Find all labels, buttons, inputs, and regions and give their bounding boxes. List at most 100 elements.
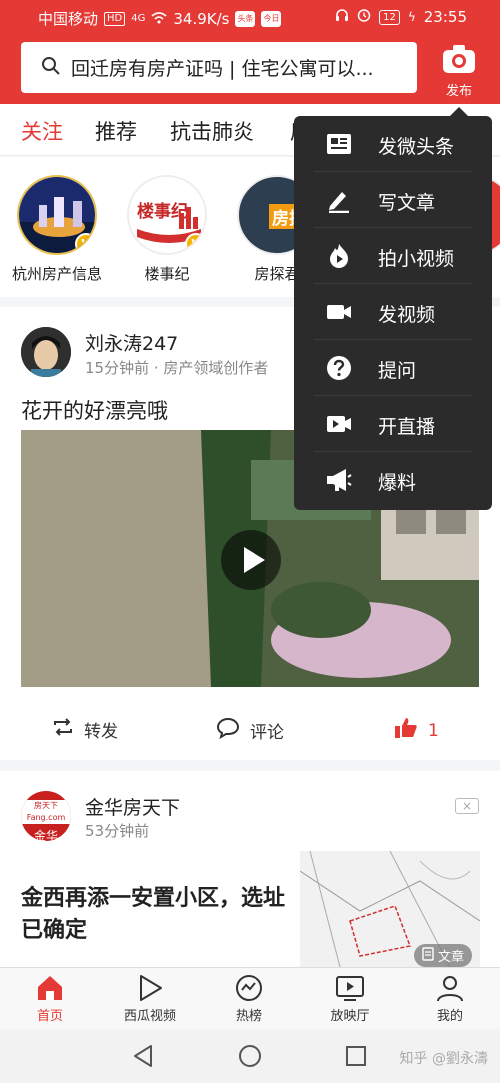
post-author-name[interactable]: 刘永涛247 xyxy=(85,329,178,356)
repost-button[interactable]: 转发 xyxy=(52,717,118,742)
comment-icon xyxy=(216,717,240,744)
thumbs-up-icon xyxy=(394,717,418,744)
menu-item-label: 发视频 xyxy=(378,304,436,326)
megaphone-icon xyxy=(326,467,352,493)
hd-badge: HD xyxy=(104,11,126,26)
comment-button[interactable]: 评论 xyxy=(216,717,284,744)
clock-time: 23:55 xyxy=(423,8,467,26)
menu-item-label: 提问 xyxy=(378,360,417,382)
speed-label: 34.9K/s xyxy=(173,9,230,28)
search-icon xyxy=(41,56,61,80)
status-bar: 中国移动 HD 4G 34.9K/s 头条 今日 12 ϟ 23:55 xyxy=(0,0,500,34)
nav-xigua-video[interactable]: 西瓜视频 xyxy=(110,974,190,1024)
like-count: 1 xyxy=(428,720,439,741)
nav-label: 热榜 xyxy=(235,1009,262,1024)
repost-icon xyxy=(52,717,74,742)
nav-home[interactable]: 首页 xyxy=(10,974,90,1024)
play-icon xyxy=(110,974,190,1002)
menu-item-label: 开直播 xyxy=(378,416,436,438)
nav-cinema[interactable]: 放映厅 xyxy=(310,974,390,1024)
app-notification-badge: 头条 xyxy=(235,10,256,27)
bottom-navigation: 首页 西瓜视频 热榜 放映厅 我的 xyxy=(0,967,500,1029)
nav-label: 放映厅 xyxy=(330,1009,370,1024)
feed-post-article[interactable]: 房天下Fang.com 金华 金华房天下 53分钟前 × 金西再添一安置小区，选… xyxy=(0,771,500,967)
search-query-text: 回迁房有房产证吗 | 住宅公寓可以... xyxy=(71,58,374,80)
author-item[interactable]: V 杭州房产信息 xyxy=(2,175,112,284)
charging-icon: ϟ xyxy=(407,10,416,24)
tab-recommended[interactable]: 推荐 xyxy=(95,116,137,146)
comment-label: 评论 xyxy=(250,723,284,743)
article-title[interactable]: 金西再添一安置小区，选址已确定 xyxy=(21,883,296,947)
search-input[interactable]: 回迁房有房产证吗 | 住宅公寓可以... xyxy=(21,42,417,93)
avatar[interactable] xyxy=(21,327,71,377)
play-button[interactable] xyxy=(221,530,281,590)
tab-following[interactable]: 关注 xyxy=(21,116,63,146)
camera-icon xyxy=(442,45,476,78)
author-logo[interactable]: 房天下Fang.com 金华 xyxy=(21,791,71,841)
publish-menu: 发微头条 写文章 拍小视频 发视频 提问 开直播 爆料 xyxy=(294,107,492,510)
publish-label: 发布 xyxy=(445,84,472,99)
headset-icon xyxy=(335,8,349,26)
camera-icon xyxy=(326,299,352,325)
signal-label: 4G xyxy=(131,13,146,24)
nav-label: 首页 xyxy=(36,1009,63,1024)
trending-icon xyxy=(209,974,289,1002)
verified-badge: V xyxy=(75,233,95,253)
nav-profile[interactable]: 我的 xyxy=(410,974,490,1024)
menu-item-micro-headline[interactable]: 发微头条 xyxy=(294,116,492,172)
system-navigation-bar: 知乎 @劉永濤 xyxy=(0,1030,500,1083)
document-icon xyxy=(422,946,434,965)
home-circle-icon[interactable] xyxy=(238,1044,262,1072)
dismiss-button[interactable]: × xyxy=(455,798,479,814)
post-title[interactable]: 花开的好漂亮哦 xyxy=(21,395,168,425)
alarm-icon xyxy=(357,8,371,26)
logo-city-text: 金华 xyxy=(33,829,58,841)
wifi-icon xyxy=(151,10,167,28)
watermark: 知乎 @劉永濤 xyxy=(399,1051,488,1067)
nav-label: 我的 xyxy=(436,1009,463,1024)
post-time: 53分钟前 xyxy=(85,822,150,840)
avatar: 楼事纪 V xyxy=(127,175,207,255)
menu-item-label: 爆料 xyxy=(378,472,417,494)
article-tag-label: 文章 xyxy=(437,950,464,965)
author-name: 楼事纪 xyxy=(144,265,190,283)
article-thumbnail[interactable]: 文章 xyxy=(300,851,480,967)
menu-item-short-video[interactable]: 拍小视频 xyxy=(294,228,492,284)
user-icon xyxy=(410,974,490,1002)
like-button[interactable]: 1 xyxy=(394,717,439,744)
recents-icon[interactable] xyxy=(345,1045,367,1071)
menu-item-go-live[interactable]: 开直播 xyxy=(294,396,492,452)
app-notification-badge-2: 今日 xyxy=(261,10,282,27)
repost-label: 转发 xyxy=(84,722,118,742)
tab-fight-pneumonia[interactable]: 抗击肺炎 xyxy=(170,116,254,146)
back-icon[interactable] xyxy=(132,1044,154,1072)
question-icon xyxy=(326,355,352,381)
menu-item-label: 发微头条 xyxy=(378,136,455,158)
post-author-name[interactable]: 金华房天下 xyxy=(85,793,180,820)
live-icon xyxy=(326,411,352,437)
post-meta: 15分钟前 · 房产领域创作者 xyxy=(85,359,269,377)
logo-brand-text: 房天下Fang.com xyxy=(21,800,71,824)
home-icon xyxy=(10,974,90,1002)
nav-trending[interactable]: 热榜 xyxy=(209,974,289,1024)
battery-indicator: 12 xyxy=(379,9,400,25)
publish-button[interactable]: 发布 xyxy=(438,44,480,99)
tv-icon xyxy=(310,974,390,1002)
nav-label: 西瓜视频 xyxy=(123,1009,176,1024)
menu-item-write-article[interactable]: 写文章 xyxy=(294,172,492,228)
post-actions: 转发 评论 1 xyxy=(0,709,500,753)
author-item[interactable]: 楼事纪 V 楼事纪 xyxy=(112,175,222,284)
article-tag: 文章 xyxy=(413,944,472,967)
menu-item-post-video[interactable]: 发视频 xyxy=(294,284,492,340)
menu-item-label: 写文章 xyxy=(378,192,436,214)
author-name: 杭州房产信息 xyxy=(11,265,102,283)
app-header: 中国移动 HD 4G 34.9K/s 头条 今日 12 ϟ 23:55 回迁房有 xyxy=(0,0,500,104)
carrier-label: 中国移动 xyxy=(38,10,99,28)
avatar: V xyxy=(17,175,97,255)
micro-headline-icon xyxy=(326,131,352,157)
verified-badge: V xyxy=(185,233,205,253)
menu-item-ask-question[interactable]: 提问 xyxy=(294,340,492,396)
flame-play-icon xyxy=(326,243,352,269)
pen-icon xyxy=(326,187,352,214)
menu-item-tip-off[interactable]: 爆料 xyxy=(294,452,492,508)
